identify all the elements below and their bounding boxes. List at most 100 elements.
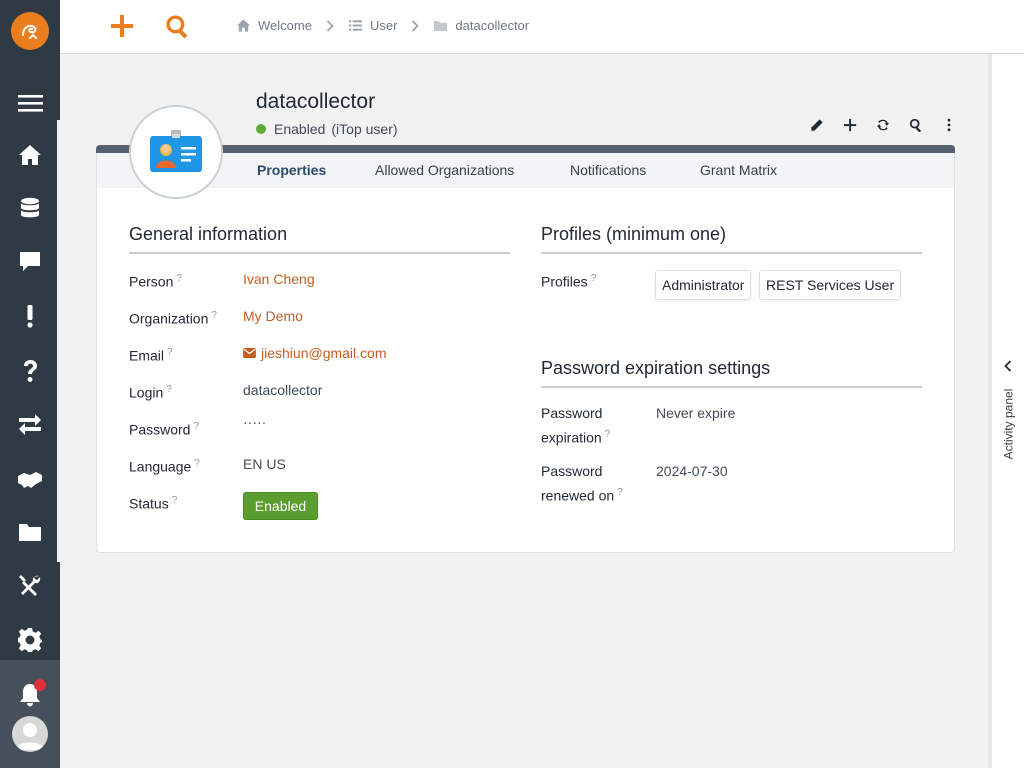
nav-item-change[interactable]: [0, 405, 60, 445]
gear-icon: [18, 628, 42, 652]
profiles-label: Profiles?: [541, 268, 596, 293]
breadcrumb-separator: [411, 19, 420, 32]
renewed-label-line-1: Password: [541, 463, 603, 479]
language-label-text: Language: [129, 458, 192, 475]
expiration-label-line-1: Password: [541, 405, 603, 421]
home-icon: [236, 19, 251, 32]
nav-item-admin-tools[interactable]: [0, 566, 60, 606]
chevron-right-icon: [326, 19, 334, 32]
breadcrumb: Welcome User datacollector: [236, 18, 529, 33]
profiles-divider: [541, 252, 922, 254]
help-mark[interactable]: ?: [591, 273, 597, 284]
nav-item-system[interactable]: [0, 620, 60, 660]
email-value: jieshiun@gmail.com: [261, 345, 387, 361]
itop-logo[interactable]: [11, 12, 49, 50]
login-value: datacollector: [243, 382, 323, 398]
status-field-label: Status?: [129, 490, 177, 515]
login-label: Login?: [129, 379, 172, 404]
person-label-text: Person: [129, 273, 174, 290]
help-mark[interactable]: ?: [194, 458, 200, 469]
help-mark[interactable]: ?: [172, 495, 178, 506]
renewed-label-line-2: renewed on: [541, 487, 615, 504]
object-actions: [800, 113, 965, 137]
tab-notifications[interactable]: Notifications: [570, 162, 646, 178]
refresh-icon: [876, 119, 889, 131]
password-settings-divider: [541, 386, 922, 388]
activity-panel[interactable]: Activity panel: [988, 54, 1024, 768]
breadcrumb-item-current[interactable]: datacollector: [433, 18, 529, 33]
handshake-icon: [18, 472, 42, 488]
exclamation-icon: [27, 305, 33, 328]
tab-allowed-organizations[interactable]: Allowed Organizations: [375, 162, 514, 178]
profile-chip[interactable]: Administrator: [655, 270, 752, 300]
help-mark[interactable]: ?: [193, 421, 199, 432]
status-class-label: (iTop user): [331, 121, 398, 137]
object-icon: [129, 105, 223, 199]
tab-properties[interactable]: Properties: [257, 162, 326, 178]
nav-menu-toggle[interactable]: [0, 83, 60, 123]
breadcrumb-separator: [326, 19, 334, 32]
nav-item-incident[interactable]: [0, 296, 60, 336]
user-badge-icon: [150, 130, 202, 172]
nav-item-configuration[interactable]: [0, 189, 60, 229]
breadcrumb-item-welcome[interactable]: Welcome: [236, 18, 312, 33]
help-mark[interactable]: ?: [605, 429, 611, 440]
menu-icon: [18, 95, 43, 112]
edit-button[interactable]: [800, 113, 833, 137]
email-label-text: Email: [129, 347, 165, 364]
logo-icon: [22, 24, 37, 39]
envelope-icon: [243, 348, 256, 358]
help-mark[interactable]: ?: [167, 347, 173, 358]
more-actions-button[interactable]: [932, 113, 965, 137]
nav-item-welcome[interactable]: [0, 135, 60, 175]
password-expiration-label: Password expiration?: [541, 403, 610, 449]
chevron-left-icon[interactable]: [1003, 360, 1013, 372]
password-value: ·····: [243, 414, 267, 430]
panel-top-bar: [96, 145, 955, 153]
plus-icon: [843, 118, 856, 132]
search-button[interactable]: [899, 113, 932, 137]
help-mark[interactable]: ?: [176, 273, 182, 284]
pencil-icon: [810, 119, 823, 131]
breadcrumb-label: Welcome: [258, 18, 312, 33]
folder-icon: [434, 20, 448, 32]
organization-link[interactable]: My Demo: [243, 308, 303, 324]
activity-panel-label[interactable]: Activity panel: [994, 374, 1022, 474]
database-icon: [21, 197, 39, 218]
general-info-divider: [129, 252, 510, 254]
avatar[interactable]: [12, 716, 48, 752]
password-renewed-label: Password renewed on?: [541, 461, 623, 507]
language-label: Language?: [129, 453, 200, 478]
email-link[interactable]: jieshiun@gmail.com: [243, 345, 386, 361]
nav-item-data-management[interactable]: [0, 512, 60, 552]
help-mark[interactable]: ?: [617, 487, 623, 498]
exchange-icon: [19, 414, 41, 435]
status-dot: [256, 124, 266, 134]
notifications-button[interactable]: [0, 675, 60, 715]
vertical-dots-icon: [947, 118, 950, 132]
nav-item-helpdesk[interactable]: [0, 242, 60, 282]
global-search-button[interactable]: [162, 10, 192, 42]
home-icon: [19, 145, 41, 165]
nav-item-service[interactable]: [0, 459, 60, 499]
tools-icon: [19, 575, 41, 596]
help-mark[interactable]: ?: [166, 384, 172, 395]
plus-icon: [111, 15, 133, 37]
login-label-text: Login: [129, 384, 164, 401]
help-mark[interactable]: ?: [211, 310, 217, 321]
person-link[interactable]: Ivan Cheng: [243, 271, 315, 287]
refresh-button[interactable]: [866, 113, 899, 137]
new-button[interactable]: [833, 113, 866, 137]
status-label-text: Status: [129, 495, 169, 512]
nav-item-problem[interactable]: [0, 351, 60, 391]
user-avatar-icon: [16, 723, 44, 750]
object-title: datacollector: [256, 90, 376, 113]
profile-chip[interactable]: REST Services User: [759, 270, 902, 300]
breadcrumb-item-user[interactable]: User: [348, 18, 397, 33]
object-details-panel: Properties Allowed Organizations Notific…: [96, 145, 955, 553]
organization-label: Organization?: [129, 305, 217, 330]
tab-grant-matrix[interactable]: Grant Matrix: [700, 162, 777, 178]
new-object-button[interactable]: [107, 10, 137, 42]
password-label-text: Password: [129, 421, 191, 438]
email-label: Email?: [129, 342, 173, 367]
